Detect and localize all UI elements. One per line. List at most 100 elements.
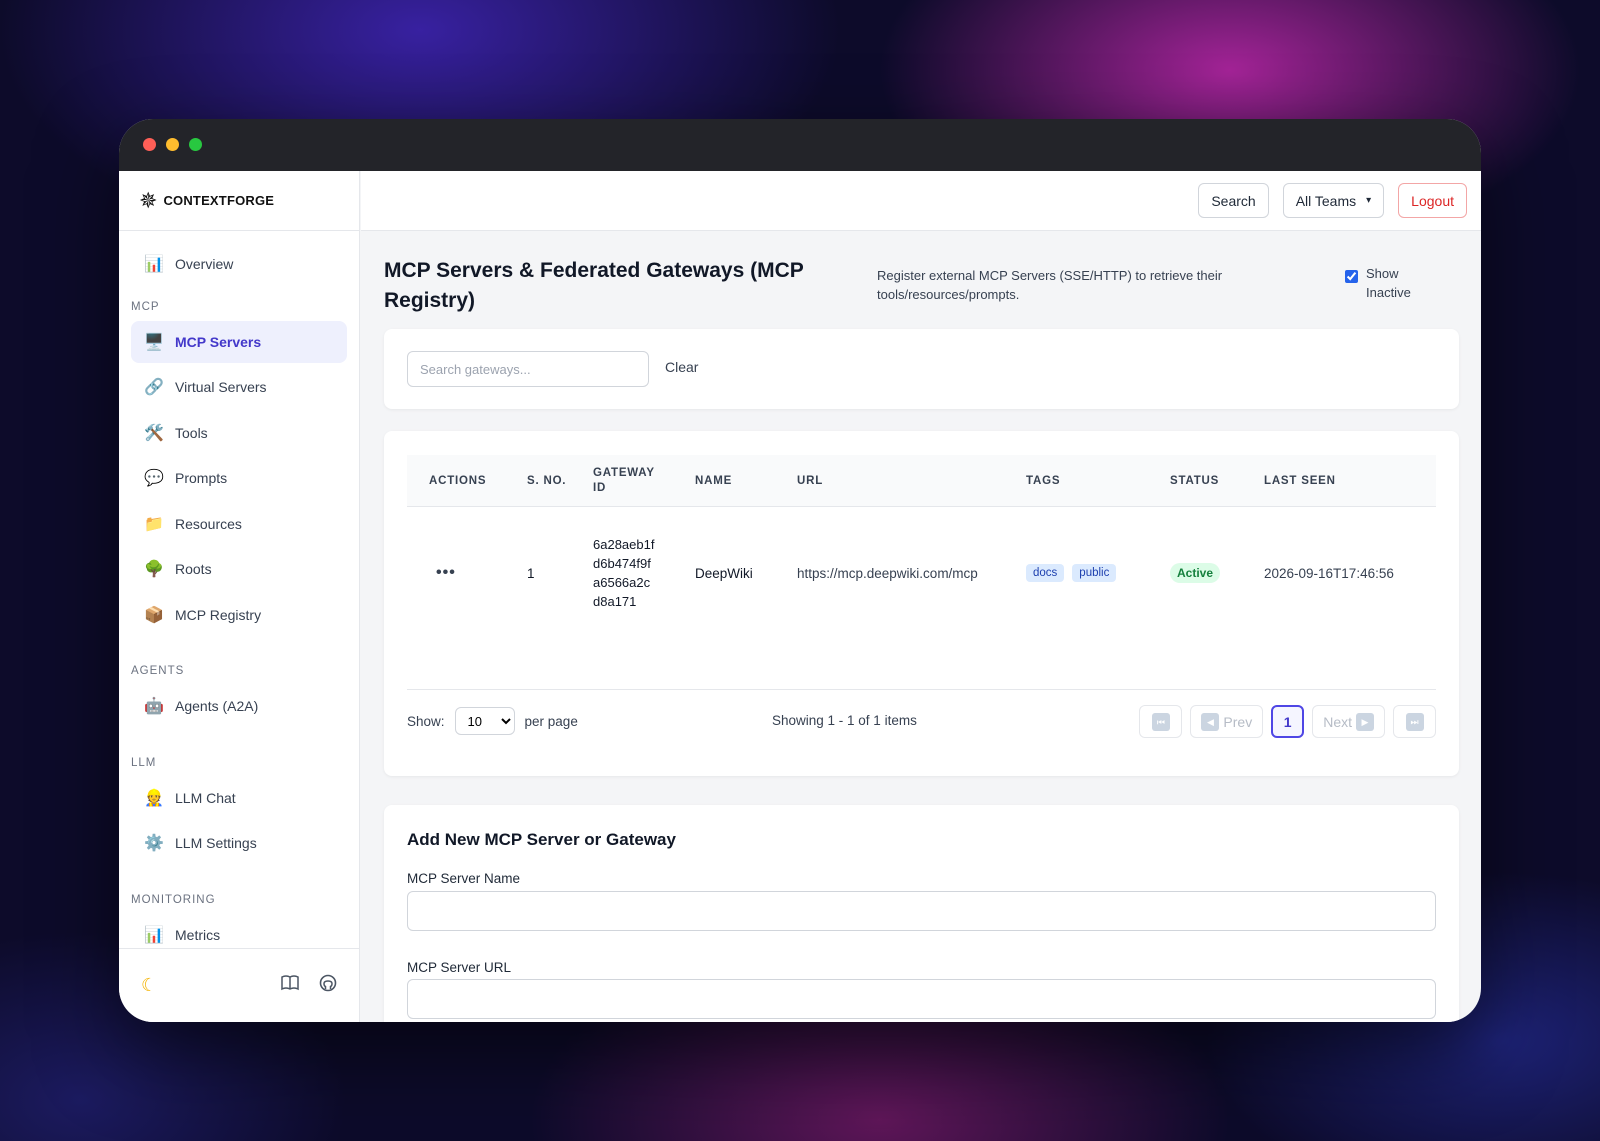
sidebar-item-label: Resources — [175, 515, 242, 532]
sidebar-item-label: MCP Registry — [175, 606, 262, 623]
tools-icon: 🛠️ — [144, 424, 164, 442]
clear-button[interactable]: Clear — [665, 359, 698, 375]
prev-label: Prev — [1223, 713, 1253, 730]
sidebar-item-label: Metrics — [175, 926, 221, 943]
gear-icon: ⚙️ — [144, 835, 164, 852]
link-icon: 🔗 — [144, 379, 164, 396]
search-card: Clear — [384, 329, 1459, 409]
folder-icon: 📁 — [144, 515, 164, 533]
close-window-button[interactable] — [143, 138, 156, 151]
next-label: Next — [1323, 713, 1352, 730]
server-name-label: MCP Server Name — [407, 871, 521, 886]
sidebar-item-label: Tools — [175, 424, 208, 441]
sidebar-item-virtual-servers[interactable]: 🔗 Virtual Servers — [131, 366, 347, 408]
show-inactive-toggle[interactable]: Show Inactive — [1345, 264, 1422, 302]
column-header-url: URL — [797, 474, 824, 487]
maximize-window-button[interactable] — [189, 138, 202, 151]
minimize-window-button[interactable] — [166, 138, 179, 151]
table-divider — [407, 689, 1436, 690]
sidebar-item-label: MCP Servers — [175, 333, 262, 350]
sidebar-item-label: Agents (A2A) — [175, 698, 259, 714]
per-page-select[interactable]: 10 — [454, 707, 515, 735]
sidebar-item-label: LLM Chat — [175, 789, 236, 806]
book-docs-icon[interactable] — [281, 975, 299, 996]
server-name-input[interactable] — [407, 891, 1436, 931]
sidebar-item-overview[interactable]: 📊 Overview — [131, 243, 347, 285]
add-server-form-card: Add New MCP Server or Gateway MCP Server… — [384, 805, 1459, 1022]
sidebar-item-llm-chat[interactable]: 👷 LLM Chat — [131, 777, 347, 819]
column-header-last-seen: LAST SEEN — [1264, 474, 1336, 487]
column-header-status: STATUS — [1170, 474, 1220, 487]
next-page-button[interactable]: Next ▶ — [1312, 705, 1385, 738]
table-header: ACTIONS S. NO. GATEWAY ID NAME URL TAGS … — [407, 455, 1436, 507]
page-number-button[interactable]: 1 — [1271, 705, 1305, 738]
sidebar-item-metrics[interactable]: 📊 Metrics — [131, 914, 347, 949]
speech-bubble-icon: 💬 — [144, 470, 164, 487]
sidebar-item-resources[interactable]: 📁 Resources — [131, 503, 347, 545]
chart-icon: 📊 — [144, 256, 164, 273]
chevron-down-icon: ▾ — [1366, 195, 1372, 206]
chart-icon: 📊 — [144, 926, 164, 944]
show-inactive-label: Show Inactive — [1366, 266, 1411, 300]
status-badge: Active — [1170, 563, 1221, 583]
pagination-bar: Show: 10 per page Showing 1 - 1 of 1 ite… — [407, 705, 1436, 738]
sidebar-item-label: Prompts — [175, 470, 228, 486]
sidebar-item-label: Roots — [175, 561, 212, 577]
row-tags: docs public — [1026, 508, 1124, 638]
browser-window: ✵ CONTEXTFORGE 📊 Overview MCP 🖥️ MCP Ser… — [119, 119, 1481, 1022]
logout-button[interactable]: Logout — [1398, 183, 1467, 218]
window-titlebar — [119, 119, 1481, 171]
column-header-name: NAME — [695, 474, 733, 487]
tree-icon: 🌳 — [144, 561, 164, 578]
sidebar-item-prompts[interactable]: 💬 Prompts — [131, 457, 347, 499]
sidebar-item-agents[interactable]: 🤖 Agents (A2A) — [131, 685, 347, 727]
row-status-cell: Active — [1170, 508, 1221, 638]
dark-mode-moon-icon[interactable]: ☾ — [141, 975, 157, 996]
row-sno: 1 — [527, 565, 535, 581]
sidebar-footer: ☾ — [119, 948, 359, 1022]
column-header-tags: TAGS — [1026, 474, 1061, 487]
github-icon[interactable] — [319, 974, 337, 997]
row-last-seen: 2026-09-16T17:46:56 — [1264, 565, 1394, 581]
sidebar-item-mcp-registry[interactable]: 📦 MCP Registry — [131, 594, 347, 636]
prev-page-button[interactable]: ◀ Prev — [1190, 705, 1264, 738]
gateways-table-card: ACTIONS S. NO. GATEWAY ID NAME URL TAGS … — [384, 431, 1459, 776]
search-button[interactable]: Search — [1198, 183, 1269, 218]
section-title-mcp: MCP — [131, 300, 160, 313]
column-header-sno: S. NO. — [527, 474, 567, 487]
brand-name: CONTEXTFORGE — [163, 193, 275, 208]
search-gateways-input[interactable] — [407, 351, 649, 387]
sidebar-item-mcp-servers[interactable]: 🖥️ MCP Servers — [131, 320, 347, 363]
sidebar-item-llm-settings[interactable]: ⚙️ LLM Settings — [131, 822, 347, 864]
row-gateway-id-cell: 6a28aeb1fd6b474f9fa6566a2cd8a171 — [593, 508, 657, 638]
sidebar-item-label: Virtual Servers — [175, 379, 267, 395]
prev-arrow-icon: ◀ — [1201, 712, 1220, 731]
package-icon: 📦 — [144, 606, 164, 624]
row-actions-menu-button[interactable]: ••• — [436, 508, 456, 638]
brand[interactable]: ✵ CONTEXTFORGE — [119, 171, 359, 231]
sidebar-item-roots[interactable]: 🌳 Roots — [131, 548, 347, 590]
sidebar-nav: 📊 Overview MCP 🖥️ MCP Servers 🔗 Virtual … — [119, 232, 359, 948]
form-title: Add New MCP Server or Gateway — [407, 830, 676, 849]
main-content: MCP Servers & Federated Gateways (MCP Re… — [361, 232, 1481, 1022]
show-label: Show: — [407, 713, 445, 729]
next-arrow-icon: ▶ — [1356, 712, 1374, 731]
last-page-button[interactable]: ⏭ — [1393, 705, 1436, 738]
section-title-llm: LLM — [131, 756, 157, 769]
column-header-actions: ACTIONS — [429, 474, 487, 487]
teams-dropdown-label: All Teams — [1295, 192, 1357, 209]
sidebar-item-tools[interactable]: 🛠️ Tools — [131, 412, 347, 454]
row-name: DeepWiki — [695, 565, 753, 581]
forge-logo-icon: ✵ — [139, 187, 158, 213]
first-page-button[interactable]: ⏮ — [1139, 705, 1183, 738]
page-buttons: ⏮ ◀ Prev 1 Next ▶ ⏭ — [1139, 705, 1436, 738]
show-inactive-checkbox[interactable] — [1345, 270, 1358, 283]
table-row[interactable]: ••• 1 6a28aeb1fd6b474f9fa6566a2cd8a171 D… — [407, 508, 1436, 638]
row-url: https://mcp.deepwiki.com/mcp — [797, 565, 978, 581]
teams-dropdown[interactable]: All Teams ▾ — [1282, 183, 1385, 218]
robot-icon: 🤖 — [144, 698, 164, 715]
monitor-icon: 🖥️ — [144, 333, 164, 351]
server-url-input[interactable] — [407, 979, 1436, 1019]
tag-badge: public — [1072, 564, 1117, 582]
tag-badge: docs — [1026, 564, 1065, 582]
